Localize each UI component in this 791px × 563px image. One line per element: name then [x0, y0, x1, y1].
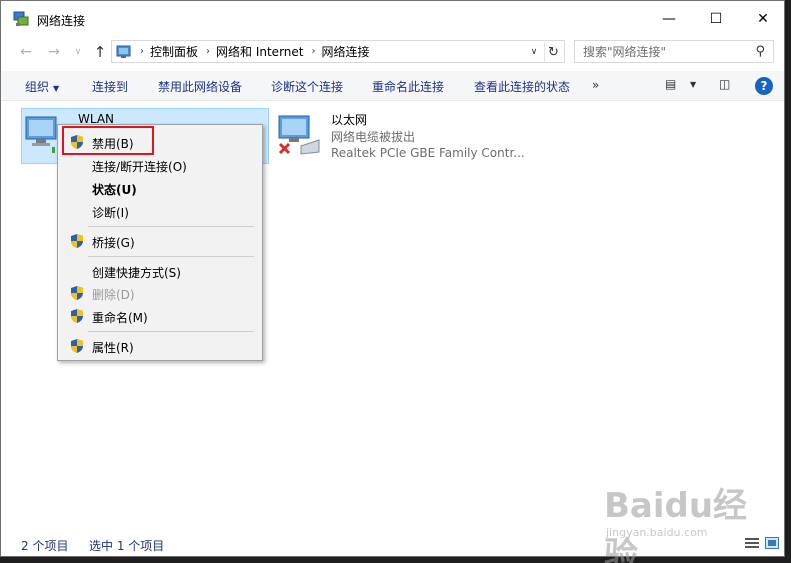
change-view-icon[interactable]: ▤ — [665, 77, 676, 91]
connection-status: 网络电缆被拔出 — [331, 130, 416, 144]
connection-adapter: Realtek PCIe GBE Family Contr... — [331, 146, 525, 160]
search-placeholder: 搜索"网络连接" — [583, 45, 667, 59]
annotation-highlight-box — [62, 126, 154, 155]
ethernet-adapter-icon — [278, 115, 320, 155]
selected-count: 选中 1 个项目 — [89, 539, 165, 553]
details-view-icon[interactable] — [745, 537, 759, 549]
organize-label: 组织 — [25, 80, 50, 94]
control-panel-icon — [116, 45, 131, 58]
menu-item-properties[interactable]: 属性(R) — [60, 335, 260, 357]
menu-item-status[interactable]: 状态(U) — [60, 177, 260, 199]
connect-to-button[interactable]: 连接到 — [92, 78, 128, 95]
maximize-button[interactable]: ☐ — [693, 1, 739, 37]
chevron-down-icon: ▼ — [53, 84, 60, 93]
address-bar[interactable]: › 控制面板 › 网络和 Internet › 网络连接 ∨ ↻ — [111, 40, 565, 63]
title-bar[interactable]: 网络连接 — ☐ ✕ — [1, 1, 784, 37]
status-bar: 2 个项目 选中 1 个项目 — [1, 532, 784, 556]
item-count: 2 个项目 — [21, 539, 69, 553]
address-dropdown-button[interactable]: ∨ — [526, 43, 542, 61]
view-status-button[interactable]: 查看此连接的状态 — [474, 78, 570, 95]
organize-menu-button[interactable]: 组织 ▼ — [25, 78, 59, 95]
menu-separator — [88, 331, 254, 332]
help-button[interactable]: ? — [755, 77, 773, 95]
connection-name: 以太网 — [331, 113, 368, 127]
more-commands-button[interactable]: » — [592, 78, 599, 92]
menu-item-delete: 删除(D) — [60, 282, 260, 304]
forward-button[interactable]: → — [43, 43, 65, 61]
view-options-dropdown[interactable]: ▼ — [690, 80, 696, 89]
breadcrumb-network-connections[interactable]: 网络连接 — [321, 43, 369, 60]
menu-item-bridge[interactable]: 桥接(G) — [60, 230, 260, 252]
large-icons-view-icon[interactable] — [765, 537, 779, 549]
breadcrumb-separator: › — [140, 46, 144, 57]
disable-device-button[interactable]: 禁用此网络设备 — [158, 78, 242, 95]
refresh-button[interactable]: ↻ — [544, 42, 562, 62]
rename-button[interactable]: 重命名此连接 — [372, 78, 444, 95]
shield-icon — [71, 339, 83, 353]
menu-item-rename[interactable]: 重命名(M) — [60, 305, 260, 327]
shield-icon — [71, 286, 83, 300]
menu-separator — [88, 226, 254, 227]
preview-pane-icon[interactable]: ◫ — [719, 77, 730, 91]
menu-separator — [88, 256, 254, 257]
up-button[interactable]: ↑ — [89, 43, 111, 61]
command-bar: 组织 ▼ 连接到 禁用此网络设备 诊断这个连接 重命名此连接 查看此连接的状态 »… — [1, 71, 784, 101]
menu-item-create-shortcut[interactable]: 创建快捷方式(S) — [60, 260, 260, 282]
shield-icon — [71, 234, 83, 248]
context-menu: 禁用(B) 连接/断开连接(O) 状态(U) 诊断(I) 桥接(G) 创建快捷方… — [57, 124, 263, 361]
close-button[interactable]: ✕ — [740, 1, 786, 37]
network-connections-app-icon — [13, 11, 29, 26]
breadcrumb-network-internet[interactable]: 网络和 Internet — [216, 43, 303, 60]
breadcrumb-control-panel[interactable]: 控制面板 — [150, 43, 198, 60]
address-row: ← → ∨ ↑ › 控制面板 › 网络和 Internet › 网络连接 ∨ ↻… — [1, 37, 784, 67]
shield-icon — [71, 309, 83, 323]
search-input[interactable]: 搜索"网络连接" ⚲ — [574, 40, 774, 63]
menu-item-connect-disconnect[interactable]: 连接/断开连接(O) — [60, 154, 260, 176]
connection-item-ethernet[interactable]: 以太网 网络电缆被拔出 Realtek PCIe GBE Family Cont… — [275, 108, 525, 164]
breadcrumb-separator: › — [311, 46, 316, 57]
menu-item-diagnose[interactable]: 诊断(I) — [60, 200, 260, 222]
back-button[interactable]: ← — [15, 43, 37, 61]
minimize-button[interactable]: — — [646, 1, 692, 37]
diagnose-button[interactable]: 诊断这个连接 — [271, 78, 343, 95]
search-icon[interactable]: ⚲ — [755, 44, 765, 59]
window-title: 网络连接 — [37, 14, 86, 28]
breadcrumb-separator: › — [206, 46, 211, 57]
recent-locations-button[interactable]: ∨ — [67, 43, 89, 61]
